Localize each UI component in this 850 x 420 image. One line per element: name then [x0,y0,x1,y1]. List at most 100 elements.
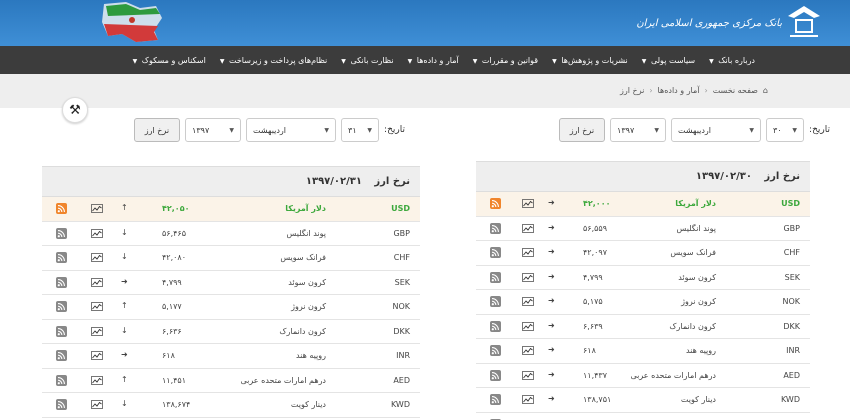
rss-feed-icon[interactable] [490,271,501,283]
line-chart-icon[interactable] [91,375,103,385]
year-select[interactable]: ۱۳۹۷ ▼ [610,118,667,142]
home-icon[interactable]: ⌂ [763,86,768,95]
table-body: USD دلار آمریکا ۴۲,۰۵۰ ↑ GBP پوند انگلیس ۵۶,۴۶… [42,197,420,418]
rate-value: ۱۳۸,۷۵۱ [583,395,612,404]
month-value: اردیبهشت [253,125,287,135]
line-chart-icon[interactable] [522,248,534,257]
nav-supervision[interactable]: نظارت بانکی ▼ [334,56,400,65]
table-row: PKR۱۰۰یکصد روپیه پاکستان۳۶,۳۳۰➜ [476,413,810,420]
rss-feed-icon[interactable] [56,301,67,312]
col-date-header: ۱۳۹۷/۰۲/۳۰ [695,171,752,182]
rss-feed-icon[interactable] [490,369,501,381]
trend-arrow-icon: ➜ [548,394,555,403]
rate-value: ۴,۷۹۹ [583,272,603,282]
rss-feed-icon[interactable] [490,394,501,405]
rss-feed-icon[interactable] [490,222,501,234]
rss-feed-icon[interactable] [56,350,67,361]
nav-label: نظام‌های پرداخت و زیرساخت [229,55,328,65]
nav-laws[interactable]: قوانین و مقررات ▼ [466,56,545,65]
caret-down-icon: ▼ [132,57,138,65]
rss-feed-icon[interactable] [490,247,501,258]
nav-publications[interactable]: نشریات و پژوهش‌ها ▼ [545,56,635,65]
trend-arrow-icon: ➜ [121,350,128,359]
line-chart-icon[interactable] [522,272,534,282]
rss-feed-icon[interactable] [56,276,67,288]
month-select[interactable]: اردیبهشت ▼ [246,118,337,142]
rss-feed-icon[interactable] [490,198,501,209]
nav-about[interactable]: درباره بانک ▼ [702,56,762,65]
table-header: نرخ ارز ۱۳۹۷/۰۲/۳۰ [476,162,810,192]
month-select[interactable]: اردیبهشت ▼ [671,118,762,142]
day-select[interactable]: ۳۰ ▼ [766,118,805,142]
line-chart-icon[interactable] [522,223,534,233]
line-chart-icon[interactable] [522,395,534,404]
currency-code: KWD [390,400,410,409]
line-chart-icon[interactable] [522,370,534,380]
rss-feed-icon[interactable] [56,399,67,410]
line-chart-icon[interactable] [91,351,103,360]
rss-feed-icon[interactable] [56,374,67,386]
rate-value: ۱۱,۴۵۱ [162,375,187,385]
currency-code: AED [393,375,410,385]
rss-feed-icon[interactable] [56,325,67,337]
nav-statistics[interactable]: آمار و داده‌ها ▼ [401,56,466,65]
table-row: NOK کرون نروژ ۵,۱۷۵ ➜ [476,290,810,315]
line-chart-icon[interactable] [522,346,534,355]
caret-down-icon: ▼ [407,57,413,65]
line-chart-icon[interactable] [522,297,534,306]
line-chart-icon[interactable] [91,204,103,213]
nav-monetary-policy[interactable]: سیاست پولی ▼ [635,56,702,65]
rate-value: ۵,۱۷۷ [162,302,182,311]
chevron-down-icon: ▼ [367,126,373,134]
trend-arrow-icon: ↓ [121,252,128,261]
nav-label: نشریات و پژوهش‌ها [561,55,628,65]
line-chart-icon[interactable] [91,228,103,238]
currency-name: دینار کویت [680,395,716,404]
trend-arrow-icon: ➜ [548,247,555,256]
tools-icon[interactable]: ⚒ [62,97,88,123]
currency-name: فرانک سویس [280,253,326,262]
chevron-down-icon: ▼ [654,126,660,134]
show-rates-button[interactable]: نرخ ارز [133,118,181,142]
rss-feed-icon[interactable] [56,227,67,239]
year-value: ۱۳۹۷ [617,125,635,135]
rss-feed-icon[interactable] [56,203,67,214]
line-chart-icon[interactable] [522,199,534,208]
day-value: ۳۱ [348,125,357,135]
table-row: CHF فرانک سویس ۴۲,۰۸۰ ↓ [42,246,420,271]
table-row: DKK کرون دانمارک ۶,۶۳۹ ➜ [476,315,810,339]
nav-banknotes[interactable]: اسکناس و مسکوک ▼ [126,56,213,65]
caret-down-icon: ▼ [472,57,478,65]
nav-payment-systems[interactable]: نظام‌های پرداخت و زیرساخت ▼ [213,56,334,65]
date-label: تاریخ: [809,125,830,135]
rss-feed-icon[interactable] [490,345,501,356]
table-row: SEK کرون سوئد ۴,۷۹۹ ➜ [42,271,420,295]
breadcrumb-home[interactable]: صفحه نخست [713,86,758,95]
line-chart-icon[interactable] [522,321,534,331]
line-chart-icon[interactable] [91,326,103,336]
rss-feed-icon[interactable] [490,320,501,332]
breadcrumb-statistics[interactable]: آمار و داده‌ها [658,86,700,95]
rss-feed-icon[interactable] [490,296,501,307]
date-label: تاریخ: [384,125,405,135]
currency-name: کرون نروژ [681,297,716,306]
col-date-header: ۱۳۹۷/۰۲/۳۱ [305,176,362,187]
year-select[interactable]: ۱۳۹۷ ▼ [185,118,242,142]
day-select[interactable]: ۳۱ ▼ [341,118,380,142]
rss-feed-icon[interactable] [56,252,67,263]
trend-arrow-icon: ↑ [121,203,128,212]
line-chart-icon[interactable] [91,277,103,287]
currency-code: SEK [394,277,410,287]
table-header: نرخ ارز ۱۳۹۷/۰۲/۳۱ [42,167,420,197]
bank-logo[interactable]: بانک مرکزی جمهوری اسلامی ایران [626,2,826,42]
bank-name: بانک مرکزی جمهوری اسلامی ایران [636,18,782,29]
show-rates-button[interactable]: نرخ ارز [558,118,606,142]
breadcrumb: ⌂ صفحه نخست ‹ آمار و داده‌ها ‹ نرخ ارز [620,86,768,95]
table-row: USD دلار آمریکا ۴۲,۰۰۰ ➜ [476,192,810,217]
nav-label: درباره بانک [718,55,755,65]
year-value: ۱۳۹۷ [192,125,210,135]
line-chart-icon[interactable] [91,302,103,311]
line-chart-icon[interactable] [91,253,103,262]
currency-name: کرون سوئد [678,272,716,282]
line-chart-icon[interactable] [91,400,103,409]
